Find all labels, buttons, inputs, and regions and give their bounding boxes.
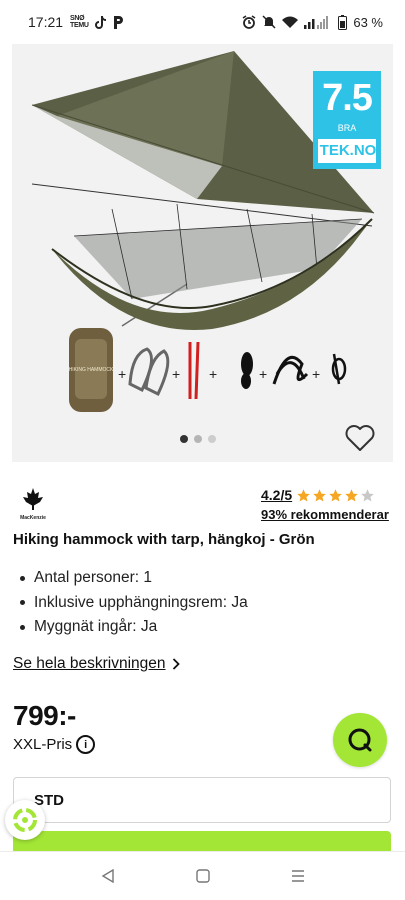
info-icon[interactable]: i xyxy=(76,735,96,754)
svg-text:+: + xyxy=(209,366,217,382)
svg-text:+: + xyxy=(172,366,180,382)
status-left: 17:21 SNØ TEMU xyxy=(28,14,124,30)
carousel-dot[interactable] xyxy=(180,435,188,443)
app-label: SNØ TEMU xyxy=(70,15,89,29)
feature-item: Myggnät ingår: Ja xyxy=(20,615,248,640)
carousel-indicator[interactable] xyxy=(180,435,216,443)
feature-item: Inklusive upphängningsrem: Ja xyxy=(20,591,248,616)
status-right: 63 % xyxy=(242,14,383,30)
star-icon xyxy=(329,488,342,501)
signal-icon xyxy=(304,15,329,29)
product-title: Hiking hammock with tarp, hängkoj - Grön xyxy=(13,531,315,548)
svg-text:+: + xyxy=(312,366,320,382)
star-empty-icon xyxy=(361,488,374,501)
review-source: TEK.NO xyxy=(318,139,376,163)
battery-level: 63 % xyxy=(353,14,383,30)
svg-text:+: + xyxy=(118,366,126,382)
bullet-icon xyxy=(20,624,25,630)
maple-leaf-icon xyxy=(23,488,43,510)
star-icon xyxy=(297,488,310,501)
back-button[interactable] xyxy=(96,864,120,888)
rating-score[interactable]: 4.2/5 xyxy=(261,487,292,503)
clock: 17:21 xyxy=(28,14,64,30)
recycle-icon xyxy=(13,808,37,832)
product-gallery[interactable]: HIKING HAMMOCK + + + + + 7.5 BRA TEK.NO xyxy=(12,44,393,462)
full-description-link[interactable]: Se hela beskrivningen xyxy=(13,655,180,673)
back-triangle-icon xyxy=(101,869,114,883)
chevron-right-icon xyxy=(172,658,180,670)
recents-button[interactable] xyxy=(286,864,310,888)
alarm-icon xyxy=(242,15,256,29)
feature-list: Antal personer: 1 Inklusive upphängnings… xyxy=(20,566,248,640)
price-type: XXL-Pris i xyxy=(13,735,96,754)
review-score-label: BRA xyxy=(337,123,357,133)
price: 799:- xyxy=(13,700,76,731)
star-rating xyxy=(296,488,375,503)
bullet-icon xyxy=(20,600,25,606)
chat-icon xyxy=(348,728,372,752)
tiktok-icon xyxy=(95,15,107,29)
add-to-cart-button[interactable] xyxy=(13,831,391,851)
floating-widget-button[interactable] xyxy=(5,800,45,840)
chat-button[interactable] xyxy=(333,713,387,767)
recents-lines-icon xyxy=(291,870,304,882)
bullet-icon xyxy=(20,575,25,581)
mute-icon xyxy=(262,15,276,29)
home-square-icon xyxy=(195,869,210,883)
star-icon xyxy=(313,488,326,501)
star-icon xyxy=(345,488,358,501)
feature-item: Antal personer: 1 xyxy=(20,566,248,591)
svg-text:+: + xyxy=(259,366,267,382)
price-type-label: XXL-Pris xyxy=(13,736,73,753)
review-score: 7.5 xyxy=(322,77,373,119)
home-button[interactable] xyxy=(191,864,215,888)
carousel-dot[interactable] xyxy=(208,435,216,443)
feature-text: Myggnät ingår: Ja xyxy=(34,618,158,635)
carousel-dot[interactable] xyxy=(194,435,202,443)
recommend-percentage[interactable]: 93% rekommenderar xyxy=(261,507,391,522)
wifi-icon xyxy=(282,16,299,28)
status-bar: 17:21 SNØ TEMU 63 % xyxy=(0,0,405,44)
full-description-label: Se hela beskrivningen xyxy=(13,655,166,672)
feature-text: Inklusive upphängningsrem: Ja xyxy=(34,593,248,611)
battery-icon xyxy=(338,14,348,30)
rating-summary[interactable]: 4.2/5 93% rekommenderar xyxy=(261,487,391,522)
variant-selector[interactable]: STD xyxy=(13,777,391,823)
package-label: HIKING HAMMOCK xyxy=(69,367,114,373)
brand-logo[interactable]: MacKenzie xyxy=(16,488,50,524)
review-source-name: TEK.NO xyxy=(319,142,377,159)
brand-name: MacKenzie xyxy=(20,515,46,521)
system-navigation-bar xyxy=(0,851,405,900)
parking-icon xyxy=(114,15,124,29)
feature-text: Antal personer: 1 xyxy=(34,569,153,586)
review-score-badge[interactable]: 7.5 BRA TEK.NO xyxy=(313,71,381,169)
heart-icon[interactable] xyxy=(345,424,375,452)
